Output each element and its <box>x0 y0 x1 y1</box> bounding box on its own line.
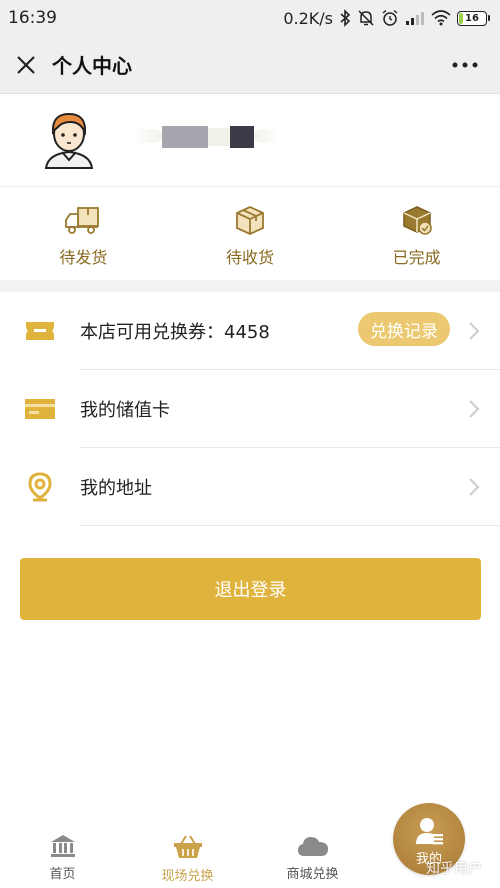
cloud-icon <box>297 837 328 856</box>
mute-bell-icon <box>357 9 375 27</box>
tab-label: 现场兑换 <box>161 869 214 884</box>
ticket-icon <box>26 322 54 340</box>
menu-list: 本店可用兑换券：4458 兑换记录 我的储值卡 我的地址 <box>0 292 500 526</box>
tab-mall-exchange[interactable]: 商城兑换 <box>250 828 375 888</box>
order-status-row: 待发货 待收货 已完成 <box>0 188 500 280</box>
chevron-right-icon <box>469 322 480 340</box>
status-icons: 0.2K/s 16 <box>283 9 490 28</box>
tab-label: 首页 <box>49 867 76 882</box>
basket-icon <box>173 835 202 858</box>
chevron-right-icon <box>469 478 480 496</box>
order-completed[interactable]: 已完成 <box>333 188 500 280</box>
card-icon <box>25 399 55 419</box>
card-label: 我的储值卡 <box>80 400 170 421</box>
close-button[interactable] <box>0 36 52 94</box>
voucher-row[interactable]: 本店可用兑换券：4458 兑换记录 <box>0 292 500 370</box>
order-label: 待收货 <box>226 248 275 267</box>
section-gap <box>0 280 500 292</box>
order-pending-shipment[interactable]: 待发货 <box>0 188 167 280</box>
package-done-icon <box>402 206 432 235</box>
username-redacted <box>132 123 282 153</box>
title-bar: 个人中心 <box>0 36 500 94</box>
avatar[interactable] <box>40 110 98 170</box>
address-label: 我的地址 <box>80 478 152 499</box>
location-pin-icon <box>28 472 52 502</box>
user-icon <box>416 818 443 845</box>
bank-icon <box>50 835 75 857</box>
avatar-icon <box>44 112 94 169</box>
profile-section <box>0 95 500 187</box>
order-label: 已完成 <box>392 248 441 267</box>
tab-onsite-exchange[interactable]: 现场兑换 <box>125 828 250 888</box>
page-title: 个人中心 <box>52 54 132 78</box>
battery-level: 16 <box>465 12 479 24</box>
tab-home[interactable]: 首页 <box>0 828 125 888</box>
bluetooth-icon <box>339 9 351 27</box>
alarm-icon <box>381 9 399 27</box>
status-bar: 16:39 0.2K/s 16 <box>0 0 500 36</box>
truck-icon <box>65 207 100 234</box>
signal-icon <box>405 10 425 26</box>
chevron-right-icon <box>469 400 480 418</box>
tab-label: 商城兑换 <box>286 867 339 882</box>
stored-value-card-row[interactable]: 我的储值卡 <box>0 370 500 448</box>
close-icon <box>17 55 35 74</box>
wifi-icon <box>431 10 451 26</box>
package-icon <box>236 206 264 235</box>
more-button[interactable] <box>450 52 480 78</box>
order-label: 待发货 <box>59 248 108 267</box>
battery-icon: 16 <box>457 10 490 26</box>
watermark: 知乎用户 <box>426 861 482 877</box>
logout-button[interactable]: 退出登录 <box>20 558 481 620</box>
status-time: 16:39 <box>8 8 57 28</box>
voucher-label: 本店可用兑换券：4458 <box>80 322 270 343</box>
net-speed: 0.2K/s <box>283 8 333 28</box>
order-pending-receipt[interactable]: 待收货 <box>167 188 334 280</box>
voucher-record-button[interactable]: 兑换记录 <box>358 312 450 346</box>
address-row[interactable]: 我的地址 <box>0 448 500 526</box>
more-icon <box>452 62 478 68</box>
